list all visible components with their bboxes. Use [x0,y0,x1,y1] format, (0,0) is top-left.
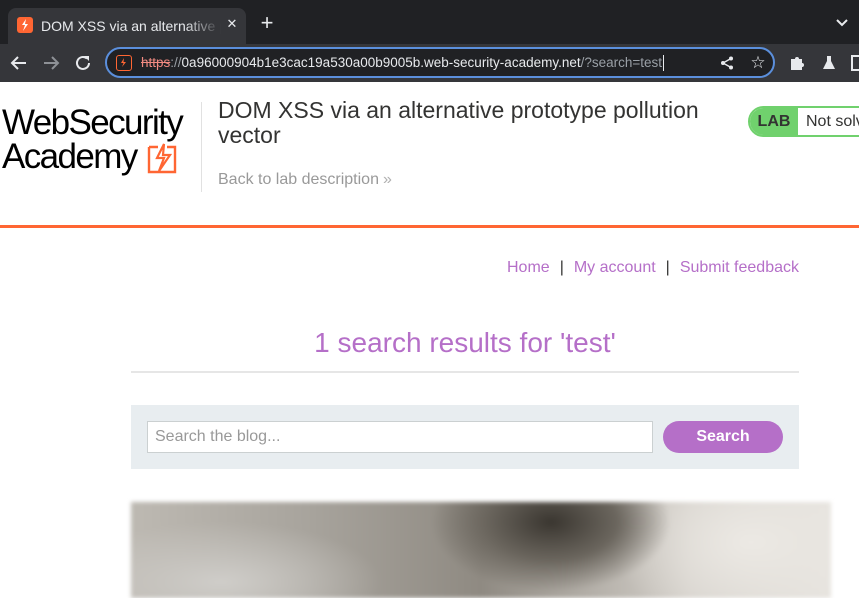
nav-separator: | [559,259,564,276]
blog-post-image[interactable] [131,502,831,598]
blog-search-input[interactable] [147,421,653,453]
double-chevron-right-icon: » [382,171,392,188]
lab-title: DOM XSS via an alternative prototype pol… [218,97,699,148]
heading-divider [131,371,799,373]
flask-icon[interactable] [819,53,839,73]
text-caret [663,55,665,72]
url-path: /?search=test [580,55,663,70]
page-content: WebSecurity Academy DOM XSS via an alter… [0,82,859,598]
web-security-academy-logo[interactable]: WebSecurity Academy [0,102,200,177]
tab-title: DOM XSS via an alternative prototype pol… [41,18,221,34]
logo-lightning-icon [146,142,178,174]
header-orange-rule [0,225,859,228]
browser-toolbar: https://0a96000904b1e3cac19a530a00b9005b… [0,44,859,82]
nav-submit-feedback-link[interactable]: Submit feedback [680,259,799,276]
logo-line-2: Academy [2,137,138,176]
lab-status-badge: LAB Not solved [748,106,859,137]
bookmark-star-icon[interactable]: ☆ [748,53,768,73]
address-bar[interactable]: https://0a96000904b1e3cac19a530a00b9005b… [105,47,775,78]
puzzle-extension-icon[interactable] [787,53,807,73]
tab-close-icon[interactable]: ✕ [224,16,240,32]
browser-tab[interactable]: DOM XSS via an alternative prototype pol… [8,8,246,44]
chevron-down-icon[interactable] [834,14,850,30]
forward-arrow-icon[interactable] [38,50,64,76]
back-link-label: Back to lab description [218,171,379,188]
back-to-lab-description-link[interactable]: Back to lab description» [218,170,392,190]
url-scheme: https [141,55,171,70]
back-arrow-icon[interactable] [6,50,32,76]
header-divider [201,102,202,192]
blog-search-panel: Search [131,405,799,469]
nav-separator: | [665,259,670,276]
top-navigation: Home | My account | Submit feedback [507,258,799,278]
side-panel-icon[interactable] [850,53,859,73]
browser-tab-strip: DOM XSS via an alternative prototype pol… [0,0,859,44]
url-text[interactable]: https://0a96000904b1e3cac19a530a00b9005b… [141,54,665,72]
new-tab-button[interactable]: + [255,12,279,36]
reload-icon[interactable] [70,50,96,76]
url-host: 0a96000904b1e3cac19a530a00b9005b.web-sec… [181,55,581,70]
nav-my-account-link[interactable]: My account [574,259,656,276]
nav-home-link[interactable]: Home [507,259,550,276]
search-button[interactable]: Search [663,421,783,453]
search-results-heading: 1 search results for 'test' [314,327,616,358]
share-icon[interactable] [719,55,735,71]
url-separator: :// [170,55,182,70]
site-info-icon[interactable] [116,55,132,71]
lab-tag: LAB [750,108,798,135]
portswigger-favicon-icon [17,17,33,33]
lab-status-text: Not solved [806,113,859,130]
